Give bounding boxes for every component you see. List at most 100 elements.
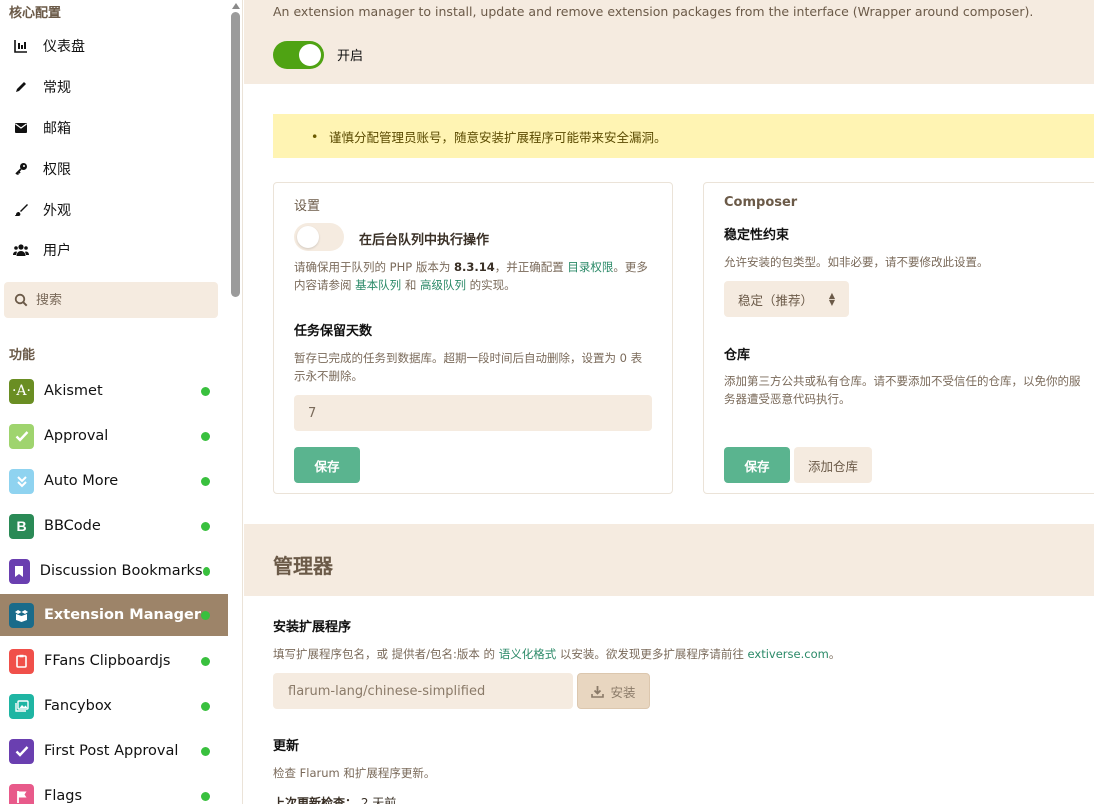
download-icon <box>591 685 605 698</box>
composer-card: Composer 稳定性约束 允许安装的包类型。如非必要，请不要修改此设置。 稳… <box>703 182 1094 494</box>
semver-link[interactable]: 语义化格式 <box>499 647 557 661</box>
settings-card: 设置 在后台队列中执行操作 请确保用于队列的 PHP 版本为 8.3.14，并正… <box>273 182 673 494</box>
bold-icon: B <box>9 513 34 539</box>
ext-label: Extension Manager <box>44 607 201 623</box>
status-dot <box>201 701 210 711</box>
update-label: 更新 <box>273 739 300 754</box>
status-dot <box>202 566 210 576</box>
manager-title: 管理器 <box>273 554 333 578</box>
retention-days-input[interactable] <box>294 395 652 431</box>
sidebar-item-label: 权限 <box>43 162 71 178</box>
sidebar-ext-extension-manager[interactable]: Extension Manager <box>0 594 228 636</box>
ext-label: BBCode <box>44 518 101 534</box>
ext-label: First Post Approval <box>44 743 179 759</box>
sidebar-ext-fancybox[interactable]: Fancybox <box>0 685 228 727</box>
sidebar-ext-auto-more[interactable]: Auto More <box>0 460 228 502</box>
settings-title: 设置 <box>294 199 321 214</box>
add-repository-button[interactable]: 添加仓库 <box>794 447 872 483</box>
double-chevron-down-icon <box>9 468 34 494</box>
stability-value: 稳定（推荐） <box>738 292 814 308</box>
queue-toggle[interactable] <box>294 223 344 251</box>
sidebar-ext-bbcode[interactable]: B BBCode <box>0 505 228 547</box>
help-text: 以安装。欲发现更多扩展程序请前往 <box>559 647 744 661</box>
install-help: 填写扩展程序包名，或 提供者/包名:版本 的 语义化格式 以安装。欲发现更多扩展… <box>273 646 840 662</box>
sidebar-item-mail[interactable]: 邮箱 <box>0 108 228 148</box>
check-icon <box>9 738 34 764</box>
status-dot <box>201 656 210 666</box>
sidebar-search[interactable] <box>4 282 218 318</box>
status-dot <box>201 431 210 441</box>
ext-label: Approval <box>44 428 109 444</box>
help-text: 和 <box>404 278 417 292</box>
sidebar-item-permissions[interactable]: 权限 <box>0 149 228 189</box>
help-text: 。 <box>828 647 841 661</box>
help-text: 填写扩展程序包名，或 提供者/包名:版本 的 <box>273 647 496 661</box>
status-dot <box>201 521 210 531</box>
ext-label: Discussion Bookmarks <box>39 563 203 579</box>
extension-description: An extension manager to install, update … <box>273 4 1034 19</box>
sidebar-item-appearance[interactable]: 外观 <box>0 190 228 230</box>
sidebar-item-label: 邮箱 <box>43 121 71 137</box>
images-icon <box>9 693 34 719</box>
extiverse-link[interactable]: extiverse.com <box>748 647 829 661</box>
ext-label: Auto More <box>44 473 119 489</box>
stability-select[interactable]: 稳定（推荐） ▲ ▼ <box>724 281 849 317</box>
repository-help: 添加第三方公共或私有仓库。请不要添加不受信任的仓库，以免你的服务器遭受恶意代码执… <box>724 374 1081 406</box>
flag-icon <box>9 783 34 804</box>
sidebar: 核心配置 仪表盘 常规 邮箱 权限 外观 用户 搜索 功能 ·A· Akisme… <box>0 0 243 804</box>
help-text: 请确保用于队列的 PHP 版本为 <box>294 260 451 274</box>
sidebar-item-users[interactable]: 用户 <box>0 230 228 270</box>
update-help: 检查 Flarum 和扩展程序更新。 <box>273 766 436 780</box>
search-input[interactable] <box>36 292 206 308</box>
basic-queue-link[interactable]: 基本队列 <box>355 278 401 292</box>
package-name-input[interactable] <box>273 673 573 709</box>
ext-label: Akismet <box>44 383 103 399</box>
sidebar-ext-first-post-approval[interactable]: First Post Approval <box>0 730 228 772</box>
search-icon <box>14 292 30 308</box>
last-check-label: 上次更新检查： <box>273 796 358 804</box>
envelope-icon <box>12 122 30 134</box>
queue-toggle-label: 在后台队列中执行操作 <box>359 233 490 248</box>
stability-label: 稳定性约束 <box>724 228 790 243</box>
akismet-icon: ·A· <box>9 378 34 404</box>
pencil-icon <box>12 80 30 94</box>
users-icon <box>12 243 30 257</box>
ext-label: FFans Clipboardjs <box>44 653 171 669</box>
toggle-knob <box>299 44 321 66</box>
settings-save-button[interactable]: 保存 <box>294 447 360 483</box>
manager-header <box>244 524 1094 596</box>
chart-bar-icon <box>12 39 30 53</box>
main-content: An extension manager to install, update … <box>244 0 1094 804</box>
paintbrush-icon <box>12 203 30 217</box>
help-text: ，并正确配置 <box>494 260 564 274</box>
retention-label: 任务保留天数 <box>294 324 373 339</box>
sidebar-item-label: 用户 <box>43 243 71 259</box>
sort-caret-icon: ▲ ▼ <box>828 291 835 307</box>
check-icon <box>9 423 34 449</box>
sidebar-scrollbar-thumb[interactable] <box>231 12 240 297</box>
sidebar-ext-flags[interactable]: Flags <box>0 775 228 804</box>
sidebar-item-dashboard[interactable]: 仪表盘 <box>0 26 228 66</box>
sidebar-ext-ffans-clipboardjs[interactable]: FFans Clipboardjs <box>0 640 228 682</box>
sidebar-item-general[interactable]: 常规 <box>0 67 228 107</box>
composer-save-button[interactable]: 保存 <box>724 447 790 483</box>
php-version: 8.3.14 <box>453 260 495 274</box>
sidebar-ext-approval[interactable]: Approval <box>0 415 228 457</box>
repository-label: 仓库 <box>724 348 751 363</box>
scroll-up-arrow-icon[interactable] <box>232 3 240 9</box>
security-warning: 谨慎分配管理员账号，随意安装扩展程序可能带来安全漏洞。 <box>273 114 1094 158</box>
last-check-value: 2 天前 <box>360 796 397 804</box>
status-dot <box>201 386 210 396</box>
install-button[interactable]: 安装 <box>577 673 650 709</box>
advanced-queue-link[interactable]: 高级队列 <box>420 278 466 292</box>
extension-enable-label: 开启 <box>337 49 364 64</box>
warning-text: 谨慎分配管理员账号，随意安装扩展程序可能带来安全漏洞。 <box>329 129 667 145</box>
sidebar-ext-discussion-bookmarks[interactable]: Discussion Bookmarks <box>0 550 228 592</box>
ext-label: Flags <box>44 788 83 804</box>
extension-enable-toggle[interactable] <box>273 41 324 69</box>
help-text: 的实现。 <box>469 278 516 292</box>
core-config-heading: 核心配置 <box>9 6 62 21</box>
dir-permissions-link[interactable]: 目录权限 <box>567 260 613 274</box>
sidebar-ext-akismet[interactable]: ·A· Akismet <box>0 370 228 412</box>
toggle-knob <box>297 226 319 248</box>
